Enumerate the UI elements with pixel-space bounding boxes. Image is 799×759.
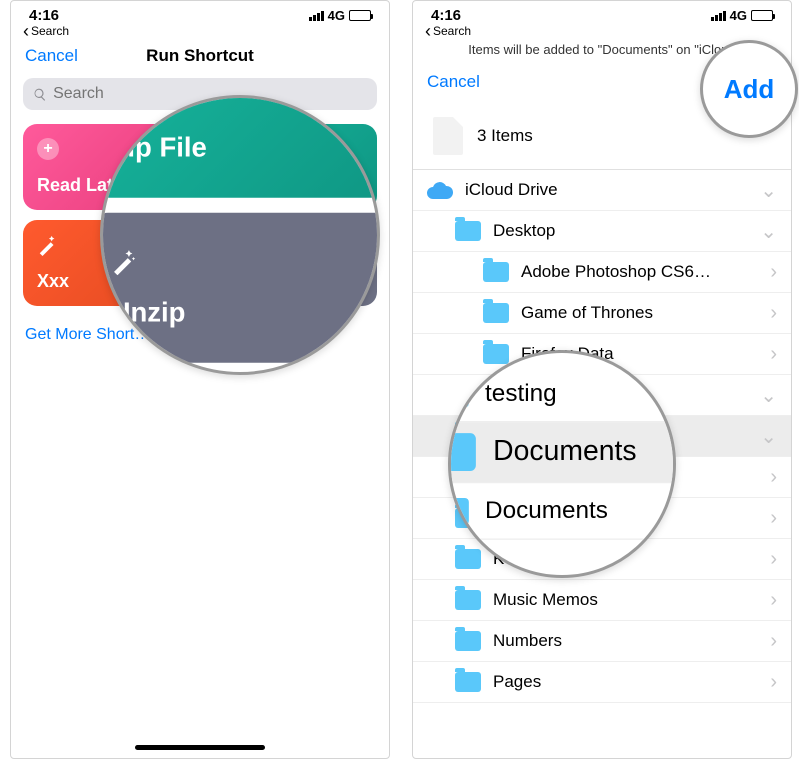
row-label: Numbers (493, 631, 562, 651)
signal-icon (309, 11, 324, 21)
row-label: Pages (493, 672, 541, 692)
folder-icon (448, 380, 469, 407)
mag-add-label: Add (724, 74, 775, 105)
statusbar: 4:16 4G (413, 1, 791, 24)
row-got[interactable]: Game of Thrones (413, 293, 791, 334)
plus-icon: + (37, 138, 59, 160)
document-icon (433, 117, 463, 155)
items-count: 3 Items (477, 126, 533, 146)
row-label: Game of Thrones (521, 303, 653, 323)
mag-unzip-card: Unzip (100, 213, 380, 363)
folder-icon (483, 303, 509, 323)
chevron-down-icon (760, 424, 777, 449)
folder-icon (455, 549, 481, 569)
back-to-search[interactable]: Search (11, 24, 389, 38)
battery-icon (349, 10, 371, 21)
nav-title: Run Shortcut (146, 46, 254, 66)
chevron-right-icon (770, 466, 777, 489)
chevron-down-icon (760, 383, 777, 408)
folder-icon (455, 590, 481, 610)
magnifier-documents: testing Documents Documents (448, 350, 676, 578)
chevron-right-icon (770, 343, 777, 366)
chevron-right-icon (770, 671, 777, 694)
wand-icon (111, 247, 380, 281)
magnifier-shortcuts: Zip File Unzip (100, 95, 380, 375)
chevron-right-icon (770, 261, 777, 284)
chevron-right-icon (770, 302, 777, 325)
statusbar: 4:16 4G (11, 1, 389, 24)
magnifier-add: Add (700, 40, 798, 138)
chevron-right-icon (770, 589, 777, 612)
mag-row-documents2: Documents (448, 483, 676, 540)
row-label: Music Memos (493, 590, 598, 610)
network-label: 4G (328, 8, 345, 23)
folder-icon (455, 672, 481, 692)
mag-label: Documents (493, 436, 636, 468)
mag-row-testing: testing (448, 366, 676, 423)
home-indicator[interactable] (135, 745, 265, 750)
folder-icon (448, 497, 469, 524)
battery-icon (751, 10, 773, 21)
navbar: Cancel Run Shortcut (11, 38, 389, 74)
back-to-search[interactable]: Search (413, 24, 791, 38)
status-time: 4:16 (431, 7, 461, 24)
status-icons: 4G (711, 8, 773, 23)
chevron-down-icon (760, 178, 777, 203)
signal-icon (711, 11, 726, 21)
chevron-right-icon (770, 630, 777, 653)
search-icon (33, 87, 47, 102)
row-pages[interactable]: Pages (413, 662, 791, 703)
folder-icon (455, 631, 481, 651)
folder-icon (455, 221, 481, 241)
chevron-right-icon (770, 507, 777, 530)
row-numbers[interactable]: Numbers (413, 621, 791, 662)
mag-zip-card: Zip File (100, 98, 380, 198)
row-label: iCloud Drive (465, 180, 558, 200)
network-label: 4G (730, 8, 747, 23)
status-icons: 4G (309, 8, 371, 23)
mag-label: Zip File (111, 132, 207, 165)
mag-row-documents: Documents (448, 422, 676, 483)
chevron-down-icon (760, 219, 777, 244)
mag-label: Unzip (111, 296, 380, 329)
folder-icon (448, 433, 476, 471)
mag-label: Documents (485, 497, 608, 525)
row-musicmemos[interactable]: Music Memos (413, 580, 791, 621)
cancel-button[interactable]: Cancel (25, 46, 78, 66)
row-photoshop[interactable]: Adobe Photoshop CS6… (413, 252, 791, 293)
row-label: Desktop (493, 221, 555, 241)
folder-icon (483, 262, 509, 282)
mag-label: testing (485, 379, 557, 407)
chevron-right-icon (770, 548, 777, 571)
icloud-icon (427, 181, 453, 199)
row-icloud-drive[interactable]: iCloud Drive (413, 170, 791, 211)
row-desktop[interactable]: Desktop (413, 211, 791, 252)
row-label: Adobe Photoshop CS6… (521, 262, 711, 282)
cancel-button[interactable]: Cancel (427, 72, 480, 92)
status-time: 4:16 (29, 7, 59, 24)
